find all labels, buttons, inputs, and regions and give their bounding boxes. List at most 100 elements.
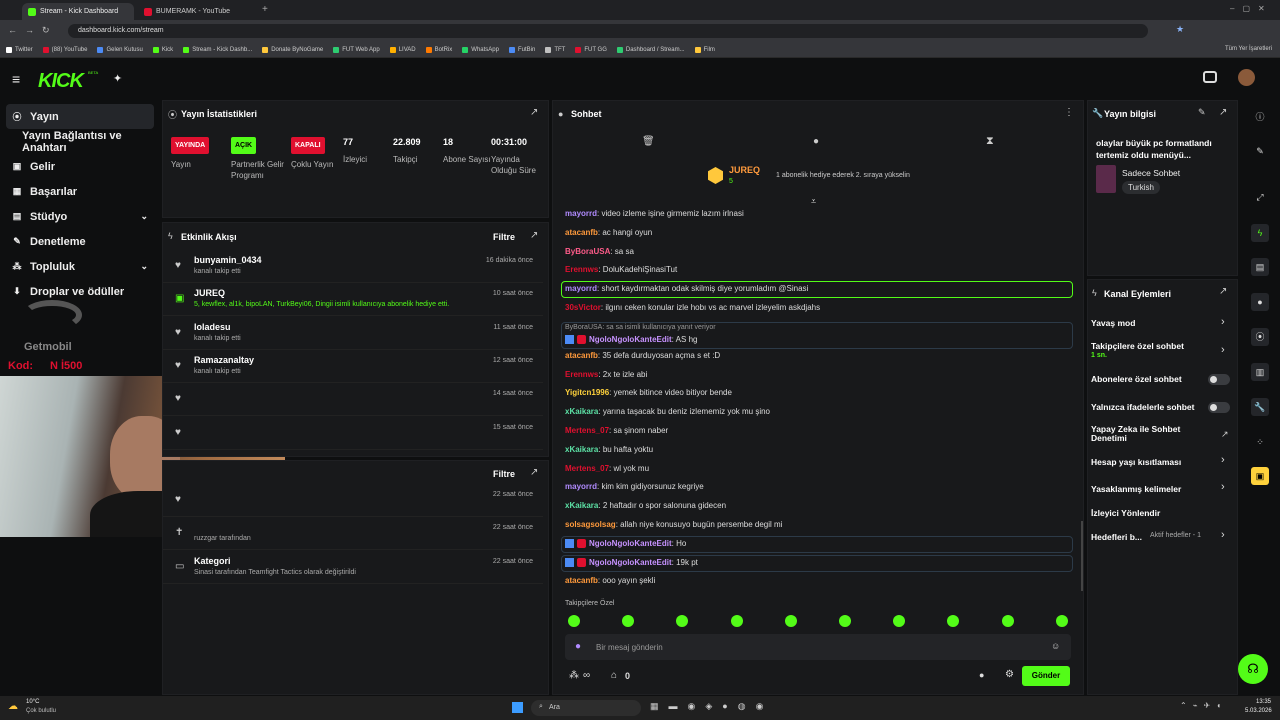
chat-username[interactable]: Yigitcn1996 [565, 388, 609, 397]
bookmark[interactable]: (88) YouTube [42, 46, 87, 53]
chevron-right-icon[interactable]: › [1221, 481, 1225, 493]
collapse-icon[interactable]: ⩡ [811, 196, 816, 207]
chevron-down-icon[interactable]: ⌄ [140, 211, 148, 222]
community-icon[interactable]: ⁘ [1251, 433, 1269, 451]
slow-mode-row[interactable]: Yavaş mod [1091, 318, 1135, 328]
nav-item[interactable]: ✎ Denetleme [0, 229, 160, 254]
chat-message[interactable]: xKaikara: yarına taşacak bu deniz izleme… [565, 407, 770, 416]
avatar[interactable] [1238, 69, 1255, 86]
bolt-icon[interactable]: ϟ [1251, 224, 1269, 242]
chat-message[interactable]: atacanfb: ooo yayın şekli [565, 576, 655, 585]
chat-username[interactable]: mayorrd [565, 482, 597, 491]
activity-item[interactable]: ✝ ruzzgar tarafından 22 saat önce [163, 517, 543, 551]
chat-message[interactable]: mayorrd: kim kim gidiyorsunuz kegriye [565, 482, 704, 491]
tab-kick-dashboard[interactable]: Stream - Kick Dashboard [22, 3, 134, 20]
activity-item[interactable]: ♥ loladesu kanalı takip etti 11 saat önce [163, 317, 543, 350]
more-options-icon[interactable]: ⋮ [1064, 107, 1074, 118]
url-field[interactable]: dashboard.kick.com/stream [68, 24, 1148, 38]
chat-icon[interactable]: ● [1251, 293, 1269, 311]
chat-username[interactable]: solsagsolsag [565, 520, 616, 529]
chat-username[interactable]: atacanfb [565, 228, 598, 237]
bookmark[interactable]: Donate ByNoGame [262, 46, 323, 53]
popout-icon[interactable]: ↗ [530, 230, 538, 241]
emote-chat-toggle[interactable] [1208, 402, 1230, 413]
emote-icon[interactable] [1055, 615, 1068, 627]
activity-item[interactable]: ▭ Kategori Sinasi tarafından Teamfight Tac… [163, 551, 543, 584]
emote-icon[interactable] [730, 615, 743, 627]
support-icon[interactable]: ☊ [1238, 654, 1268, 684]
nav-item[interactable]: ⬇ Droplar ve ödüller [0, 279, 160, 304]
star-icon[interactable]: ★ [1176, 24, 1184, 35]
chat-message[interactable]: atacanfb: 35 defa durduyosan açma s et :… [565, 351, 720, 360]
mic-icon[interactable]: ● [575, 641, 581, 652]
chevron-right-icon[interactable]: › [1221, 316, 1225, 328]
age-restriction-row[interactable]: Hesap yaşı kısıtlaması [1091, 457, 1181, 467]
nav-item[interactable]: ▦ Başarılar [0, 179, 160, 204]
edit-icon[interactable]: ✎ [1251, 142, 1269, 160]
chat-message[interactable]: NgoloNgoloKanteEdit: Ho [565, 539, 686, 549]
edit-icon[interactable]: ✎ [1198, 107, 1206, 118]
send-button[interactable]: Gönder [1022, 666, 1070, 686]
activity-item[interactable]: ♥ 22 saat önce [163, 484, 543, 517]
bookmark[interactable]: FutBin [508, 46, 535, 53]
tray-icons[interactable]: ⌃⌁✈◖ [1180, 701, 1227, 710]
chat-username[interactable]: ByBoraUSA [565, 247, 610, 256]
hourglass-icon[interactable]: ⧗ [986, 135, 994, 148]
kick-logo[interactable]: KICK [38, 70, 84, 93]
goals-row[interactable]: Hedefleri b... [1091, 532, 1142, 542]
popout-icon[interactable]: ↗ [1219, 286, 1227, 297]
tools-icon[interactable]: ✦ [113, 72, 122, 85]
chat-username[interactable]: xKaikara [565, 445, 598, 454]
windows-start-icon[interactable] [512, 702, 523, 713]
chat-username[interactable]: xKaikara [565, 407, 598, 416]
chat-message[interactable]: 30sVictor: ilgını ceken konular izle hob… [565, 303, 820, 312]
subs-chat-toggle[interactable] [1208, 374, 1230, 385]
bookmark[interactable]: BotRix [425, 46, 452, 53]
chat-message[interactable]: xKaikara: 2 haftadır o spor salonuna gid… [565, 501, 726, 510]
chat-message[interactable]: Erennws: DoluKadehiŞinasiTut [565, 265, 677, 274]
new-tab-button[interactable]: + [262, 4, 268, 15]
window-controls[interactable]: –▢✕ [1230, 4, 1273, 13]
chat-message[interactable]: atacanfb: ac hangi oyun [565, 228, 652, 237]
chat-username[interactable]: mayorrd [565, 284, 597, 293]
nav-item[interactable]: ⁂ Topluluk ⌄ [0, 254, 160, 279]
activity-item[interactable]: ♥ 15 saat önce [163, 417, 543, 450]
chat-username[interactable]: Erennws [565, 370, 598, 379]
nav-item[interactable]: ▤ Stüdyo ⌄ [0, 204, 160, 229]
chat-username[interactable]: NgoloNgoloKanteEdit [589, 558, 672, 567]
chat-message[interactable]: mayorrd: video izleme işine girmemiz laz… [565, 209, 744, 218]
chat-message[interactable]: Erennws: 2x te izle abi [565, 370, 647, 379]
all-bookmarks[interactable]: Tüm Yer İşaretleri [1225, 46, 1272, 52]
chat-message[interactable]: NgoloNgoloKanteEdit: AS hg [565, 335, 697, 345]
gear-icon[interactable]: ⚙ [1005, 669, 1014, 680]
chat-username[interactable]: atacanfb [565, 351, 598, 360]
chat-username[interactable]: mayorrd [565, 209, 597, 218]
chevron-right-icon[interactable]: › [1221, 529, 1225, 541]
popout-icon[interactable]: ↗ [530, 467, 538, 478]
chat-options-icon[interactable]: ● [979, 670, 984, 680]
taskbar-search[interactable]: ⌕ Ara [531, 700, 641, 716]
document-icon[interactable]: ▤ [1251, 258, 1269, 276]
pinned-apps[interactable]: ▦▬◉◈●◍◉ [650, 701, 773, 712]
chevron-down-icon[interactable]: ⌄ [140, 261, 148, 272]
layout-icon[interactable]: ▥ [1251, 363, 1269, 381]
nav-item[interactable]: ⦿ Yayın [6, 104, 154, 129]
chat-username[interactable]: NgoloNgoloKanteEdit [589, 335, 672, 344]
nav-item[interactable]: ▣ Gelir [0, 154, 160, 179]
nav-item[interactable]: Yayın Bağlantısı ve Anahtarı [0, 129, 160, 154]
clapper-icon[interactable]: ▣ [1251, 467, 1269, 485]
chat-scrollbar[interactable] [1081, 521, 1083, 591]
bookmark[interactable]: Twitter [6, 46, 33, 53]
bookmark[interactable]: Film [694, 46, 715, 53]
chat-username[interactable]: 30sVictor [565, 303, 601, 312]
activity-item[interactable]: ▣ JUREQ 5, kewflex, al1k, bipoLAN, TurkBey… [163, 283, 543, 317]
activity-item[interactable]: ♥ bunyamin_0434 kanalı takip etti 16 dakika… [163, 250, 543, 283]
bookmark[interactable]: TFT [545, 46, 565, 53]
banned-words-row[interactable]: Yasaklanmış kelimeler [1091, 484, 1181, 494]
emote-icon[interactable] [1001, 615, 1014, 627]
raid-row[interactable]: İzleyici Yönlendir [1091, 508, 1160, 518]
emoji-icon[interactable]: ☺ [1051, 641, 1060, 651]
bookmark[interactable]: FUT Web App [333, 46, 380, 53]
chat-message[interactable]: Mertens_07: sa şinom naber [565, 426, 668, 435]
points-icon[interactable]: ⁂ [569, 670, 579, 681]
